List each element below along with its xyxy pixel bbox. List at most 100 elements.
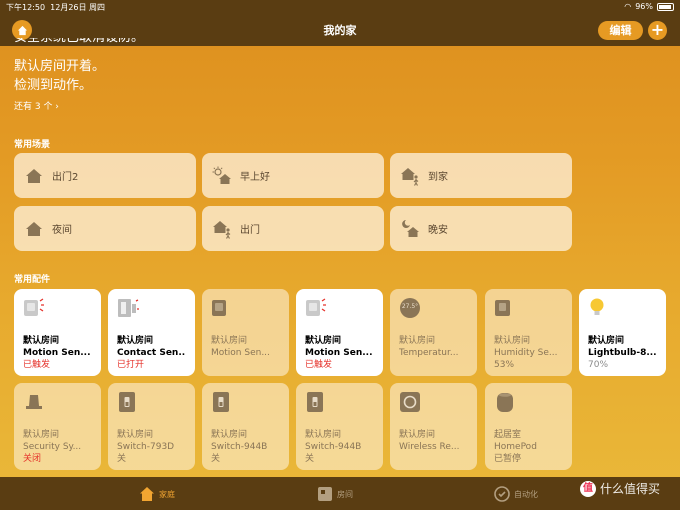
tab-label: 自动化 xyxy=(514,489,538,499)
accessory-state: 关 xyxy=(117,454,127,464)
summary-line-2: 检测到动作。 xyxy=(14,78,93,93)
rooms-tab-icon xyxy=(317,486,333,502)
accessory-tile[interactable]: 默认房间 Switch-944B 关 xyxy=(202,383,289,470)
accessory-room: 默认房间 xyxy=(23,336,60,346)
accessory-room: 默认房间 xyxy=(23,430,60,440)
battery-percent: 96% xyxy=(635,2,653,11)
home-summary: 安全系统已取消设防。 默认房间开着。 检测到动作。 xyxy=(14,38,144,95)
scene-label: 晚安 xyxy=(428,225,448,236)
accessory-state: 已暂停 xyxy=(494,454,522,464)
accessory-name: Temperatur... xyxy=(399,348,459,358)
tab-home[interactable]: 家庭 xyxy=(139,486,175,502)
accessory-state: 已触发 xyxy=(305,360,333,370)
accessory-name: Switch-793D xyxy=(117,442,175,452)
accessory-state: 关闭 xyxy=(23,454,42,464)
accessory-state: 53% xyxy=(494,360,515,370)
status-time-date: 下午12:50 12月26日 周四 xyxy=(6,2,105,13)
scene-button[interactable]: 到家 xyxy=(390,153,572,198)
person-house-icon xyxy=(212,219,232,239)
accessory-name: Motion Sen... xyxy=(211,348,270,358)
tab-bar: 家庭 房间 自动化 xyxy=(0,477,680,510)
scene-label: 夜间 xyxy=(52,225,72,236)
summary-line-1: 默认房间开着。 xyxy=(14,59,106,74)
accessory-tile[interactable]: 默认房间 Contact Sen... 已打开 xyxy=(108,289,195,376)
accessory-name: Humidity Se... xyxy=(494,348,558,358)
accessory-tile[interactable]: 默认房间 Switch-944B 关 xyxy=(296,383,383,470)
page-title: 我的家 xyxy=(323,24,357,37)
scene-button[interactable]: 早上好 xyxy=(202,153,384,198)
status-right: ◠ 96% xyxy=(624,2,674,11)
summary-line-0: 安全系统已取消设防。 xyxy=(14,38,144,47)
house-icon xyxy=(24,166,44,186)
accessory-tile[interactable]: 27.5° 默认房间 Temperatur... xyxy=(390,289,477,376)
accessory-room: 默认房间 xyxy=(211,430,248,440)
status-time: 下午12:50 xyxy=(6,3,46,12)
status-date: 12月26日 周四 xyxy=(50,3,106,12)
accessory-room: 默认房间 xyxy=(399,336,436,346)
accessory-room: 默认房间 xyxy=(305,430,342,440)
accessory-tile[interactable]: 默认房间 Motion Sen... xyxy=(202,289,289,376)
scene-label: 早上好 xyxy=(240,172,270,183)
accessory-tile[interactable]: 默认房间 Motion Sen... 已触发 xyxy=(14,289,101,376)
add-button[interactable]: + xyxy=(648,21,667,40)
scene-button[interactable]: 夜间 xyxy=(14,206,196,251)
tab-automation[interactable]: 自动化 xyxy=(494,486,538,502)
accessory-room: 默认房间 xyxy=(117,336,154,346)
house-icon xyxy=(24,219,44,239)
accessory-room: 默认房间 xyxy=(494,336,531,346)
accessory-tile[interactable]: 默认房间 Wireless Re... xyxy=(390,383,477,470)
wireless-remote-icon xyxy=(399,391,421,413)
lightbulb-icon xyxy=(588,297,610,319)
accessory-room: 默认房间 xyxy=(399,430,436,440)
accessory-tile[interactable]: 默认房间 Humidity Se... 53% xyxy=(485,289,572,376)
scene-button[interactable]: 出门2 xyxy=(14,153,196,198)
tab-label: 家庭 xyxy=(159,489,175,499)
accessory-state: 关 xyxy=(305,454,315,464)
accessory-tile[interactable]: 默认房间 Switch-793D 关 xyxy=(108,383,195,470)
accessory-name: Lightbulb-8... xyxy=(588,348,657,358)
accessory-tile[interactable]: 默认房间 Lightbulb-8... 70% xyxy=(579,289,666,376)
scene-button[interactable]: 晚安 xyxy=(390,206,572,251)
security-system-icon xyxy=(23,391,45,413)
accessory-name: Motion Sen... xyxy=(305,348,373,358)
switch-icon xyxy=(305,391,327,413)
humidity-sensor-icon xyxy=(494,297,516,319)
moon-house-icon xyxy=(400,219,420,239)
battery-icon xyxy=(657,2,674,11)
accessory-state: 70% xyxy=(588,360,609,370)
contact-sensor-icon xyxy=(117,297,139,319)
motion-sensor-icon xyxy=(211,297,233,319)
status-bar: 下午12:50 12月26日 周四 ◠ 96% xyxy=(0,0,680,14)
automation-tab-icon xyxy=(494,486,510,502)
watermark: 值 什么值得买 xyxy=(580,480,660,497)
accessory-room: 默认房间 xyxy=(588,336,625,346)
switch-icon xyxy=(117,391,139,413)
motion-sensor-icon xyxy=(23,297,45,319)
watermark-text: 什么值得买 xyxy=(600,482,661,496)
accessory-name: Motion Sen... xyxy=(23,348,91,358)
tab-rooms[interactable]: 房间 xyxy=(317,486,353,502)
accessory-name: Switch-944B xyxy=(211,442,268,452)
home-tab-icon xyxy=(139,486,155,502)
watermark-logo-icon: 值 xyxy=(580,480,596,497)
accessory-room: 默认房间 xyxy=(305,336,342,346)
sun-house-icon xyxy=(212,166,232,186)
switch-icon xyxy=(211,391,233,413)
scenes-section-title: 常用场景 xyxy=(14,140,51,150)
wifi-icon: ◠ xyxy=(624,2,632,11)
scene-label: 到家 xyxy=(428,172,448,183)
more-status-link[interactable]: 还有 3 个 › xyxy=(14,99,59,112)
accessory-tile[interactable]: 起居室 HomePod 已暂停 xyxy=(485,383,572,470)
edit-button[interactable]: 编辑 xyxy=(598,21,643,40)
accessory-state: 已打开 xyxy=(117,360,145,370)
scene-label: 出门 xyxy=(240,225,260,236)
accessory-tile[interactable]: 默认房间 Motion Sen... 已触发 xyxy=(296,289,383,376)
accessory-name: Contact Sen... xyxy=(117,348,186,358)
accessory-tile[interactable]: 默认房间 Security Sy... 关闭 xyxy=(14,383,101,470)
accessory-room: 默认房间 xyxy=(211,336,248,346)
accessory-room: 起居室 xyxy=(494,430,522,440)
scene-label: 出门2 xyxy=(52,172,79,183)
accessory-room: 默认房间 xyxy=(117,430,154,440)
scene-button[interactable]: 出门 xyxy=(202,206,384,251)
accessory-state: 关 xyxy=(211,454,221,464)
